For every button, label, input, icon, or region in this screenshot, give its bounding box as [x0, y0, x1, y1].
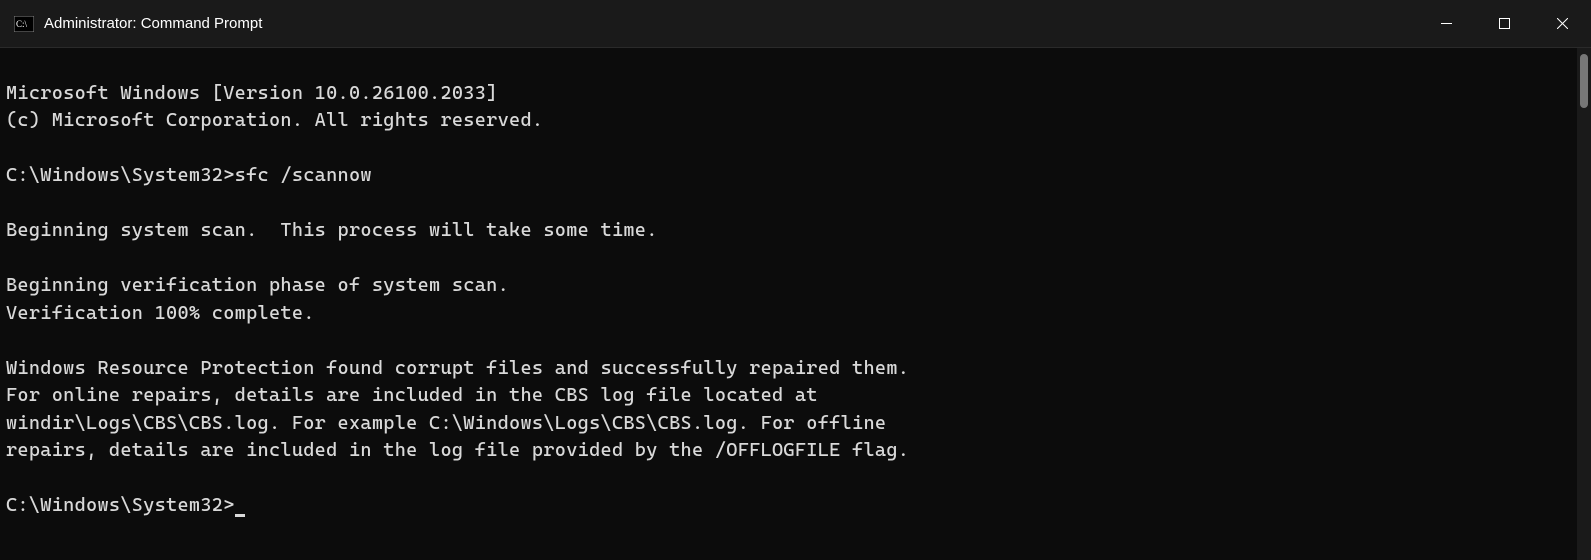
output-line: Verification 100% complete. — [6, 302, 315, 324]
window-controls — [1417, 0, 1591, 47]
output-line: Beginning verification phase of system s… — [6, 274, 509, 296]
copyright-line: (c) Microsoft Corporation. All rights re… — [6, 109, 543, 131]
close-button[interactable] — [1533, 0, 1591, 47]
cmd-icon: C:\ — [14, 16, 34, 32]
minimize-button[interactable] — [1417, 0, 1475, 47]
output-line: Windows Resource Protection found corrup… — [6, 357, 909, 379]
scrollbar-thumb[interactable] — [1580, 54, 1588, 108]
output-line: For online repairs, details are included… — [6, 384, 818, 406]
output-line: windir\Logs\CBS\CBS.log. For example C:\… — [6, 412, 886, 434]
output-line: Beginning system scan. This process will… — [6, 219, 658, 241]
titlebar[interactable]: C:\ Administrator: Command Prompt — [0, 0, 1591, 48]
svg-text:C:\: C:\ — [16, 19, 28, 29]
window-title: Administrator: Command Prompt — [44, 15, 1417, 32]
scrollbar[interactable] — [1577, 48, 1591, 560]
cursor — [235, 514, 245, 517]
prompt-path: C:\Windows\System32> — [6, 494, 235, 516]
terminal-output[interactable]: Microsoft Windows [Version 10.0.26100.20… — [0, 48, 1591, 524]
output-line: repairs, details are included in the log… — [6, 439, 909, 461]
maximize-button[interactable] — [1475, 0, 1533, 47]
version-line: Microsoft Windows [Version 10.0.26100.20… — [6, 82, 498, 104]
prompt-path: C:\Windows\System32> — [6, 164, 235, 186]
command-input: sfc /scannow — [235, 164, 372, 186]
